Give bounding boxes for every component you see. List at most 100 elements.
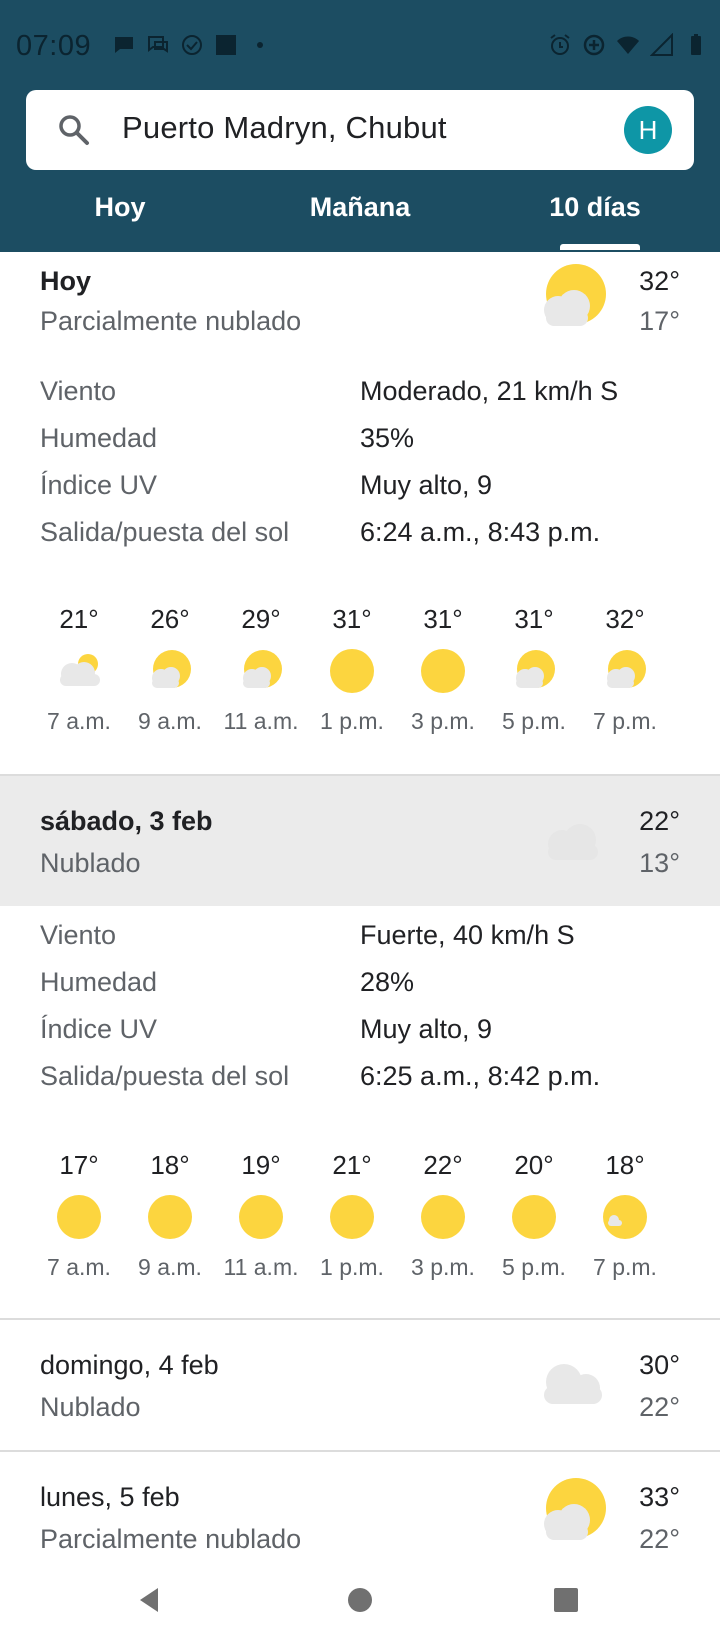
hourly-temp: 18° (605, 1150, 645, 1180)
partly-cloudy-icon (243, 650, 282, 688)
detail-sunrise-sunset: Salida/puesta del sol 6:24 a.m., 8:43 p.m… (0, 517, 720, 557)
hourly-time: 11 a.m. (223, 708, 299, 734)
day-high-temp: 32° (639, 266, 680, 296)
day-high-temp: 33° (639, 1482, 680, 1512)
hourly-temp: 17° (59, 1150, 99, 1180)
day-condition: Parcialmente nublado (40, 1524, 302, 1554)
partly-cloudy-icon (607, 650, 646, 688)
hourly-temp: 20° (514, 1150, 554, 1180)
sun-small-cloud-icon (603, 1195, 647, 1239)
day-high-temp: 30° (639, 1350, 680, 1380)
tab-10-days[interactable]: 10 días (530, 192, 660, 223)
detail-value: 35% (360, 423, 415, 453)
search-icon[interactable] (56, 112, 92, 148)
hourly-time: 7 p.m. (593, 708, 657, 734)
detail-value: 6:25 a.m., 8:42 p.m. (360, 1061, 601, 1091)
hourly-temp: 21° (59, 604, 99, 634)
detail-humidity: Humedad 35% (0, 423, 720, 463)
app-header: 07:09 Puerto Madryn, Chubut H Hoy Mañana… (0, 0, 720, 252)
detail-value: Muy alto, 9 (360, 1014, 493, 1044)
day-low-temp: 22° (639, 1524, 680, 1554)
day-summary-monday[interactable]: lunes, 5 feb Parcialmente nublado 33° 22… (0, 1452, 720, 1560)
hourly-forecast-saturday[interactable]: 17° 7 a.m. 18° 9 a.m. 19° 11 a.m. 21° 1 … (0, 1150, 720, 1290)
status-time: 07:09 (16, 30, 92, 62)
day-low-temp: 17° (639, 306, 680, 336)
wifi-icon (617, 36, 639, 54)
detail-label: Salida/puesta del sol (40, 517, 290, 547)
detail-uv-index: Índice UV Muy alto, 9 (0, 1014, 720, 1054)
location-name[interactable]: Puerto Madryn, Chubut (122, 110, 447, 146)
detail-wind: Viento Moderado, 21 km/h S (0, 376, 720, 416)
detail-value: 28% (360, 967, 415, 997)
hourly-time: 11 a.m. (223, 1254, 299, 1280)
detail-label: Viento (40, 920, 117, 950)
day-condition: Parcialmente nublado (40, 306, 302, 336)
partly-cloudy-icon (152, 650, 191, 688)
battery-icon (691, 34, 701, 55)
partly-cloudy-icon (544, 1478, 606, 1540)
detail-label: Índice UV (40, 470, 158, 500)
recents-icon[interactable] (548, 1582, 584, 1618)
tab-tomorrow[interactable]: Mañana (280, 192, 440, 223)
check-circle-icon (182, 35, 202, 55)
partly-cloudy-icon (516, 650, 555, 688)
messenger-icon (148, 36, 168, 53)
system-navigation-bar (0, 1560, 720, 1640)
sun-icon (330, 649, 374, 693)
detail-wind: Viento Fuerte, 40 km/h S (0, 920, 720, 960)
partly-cloudy-icon (544, 264, 606, 326)
detail-uv-index: Índice UV Muy alto, 9 (0, 470, 720, 510)
account-avatar[interactable]: H (624, 106, 672, 154)
sun-icon (57, 1195, 101, 1239)
sun-icon (148, 1195, 192, 1239)
day-name: lunes, 5 feb (40, 1482, 180, 1512)
detail-label: Índice UV (40, 1014, 158, 1044)
square-app-icon (216, 35, 236, 55)
hourly-time: 7 p.m. (593, 1254, 657, 1280)
hourly-temp: 21° (332, 1150, 372, 1180)
hourly-temp: 26° (150, 604, 190, 634)
detail-value: Fuerte, 40 km/h S (360, 920, 575, 950)
day-condition: Nublado (40, 848, 141, 878)
hourly-temp: 29° (241, 604, 281, 634)
hourly-forecast-today[interactable]: 21° 7 a.m. 26° 9 a.m. 29° 11 a.m. 31° 1 … (0, 604, 720, 744)
status-bar: 07:09 (0, 0, 720, 88)
hourly-temp: 31° (514, 604, 554, 634)
chat-bubble-icon (115, 37, 133, 53)
day-summary-saturday[interactable]: sábado, 3 feb Nublado 22° 13° (0, 776, 720, 906)
day-high-temp: 22° (639, 806, 680, 836)
hourly-temp: 18° (150, 1150, 190, 1180)
hourly-time: 5 p.m. (502, 708, 566, 734)
more-dot-icon (257, 42, 263, 48)
detail-humidity: Humedad 28% (0, 967, 720, 1007)
day-summary-today[interactable]: Hoy Parcialmente nublado 32° 17° (0, 252, 720, 352)
tab-today[interactable]: Hoy (60, 192, 180, 223)
hourly-time: 9 a.m. (138, 708, 202, 734)
sun-icon (330, 1195, 374, 1239)
day-summary-sunday[interactable]: domingo, 4 feb Nublado 30° 22° (0, 1320, 720, 1450)
hourly-time: 1 p.m. (320, 708, 384, 734)
alarm-icon (550, 34, 570, 55)
day-name: domingo, 4 feb (40, 1350, 219, 1380)
hourly-time: 3 p.m. (411, 1254, 475, 1280)
detail-label: Salida/puesta del sol (40, 1061, 290, 1091)
hourly-time: 5 p.m. (502, 1254, 566, 1280)
day-name: Hoy (40, 266, 92, 296)
data-saver-icon (583, 34, 605, 56)
sun-icon (421, 1195, 465, 1239)
cloud-icon (544, 1364, 602, 1404)
day-low-temp: 13° (639, 848, 680, 878)
location-search-bar[interactable]: Puerto Madryn, Chubut H (26, 90, 694, 170)
hourly-temp: 31° (332, 604, 372, 634)
detail-sunrise-sunset: Salida/puesta del sol 6:25 a.m., 8:42 p.m… (0, 1061, 720, 1101)
hourly-time: 3 p.m. (411, 708, 475, 734)
detail-label: Humedad (40, 967, 158, 997)
day-condition: Nublado (40, 1392, 141, 1422)
detail-label: Humedad (40, 423, 158, 453)
hourly-temp: 31° (423, 604, 463, 634)
hourly-temp: 19° (241, 1150, 281, 1180)
cloudy-sun-icon (60, 654, 100, 686)
back-icon[interactable] (132, 1582, 168, 1618)
hourly-time: 7 a.m. (47, 708, 111, 734)
home-icon[interactable] (342, 1582, 378, 1618)
